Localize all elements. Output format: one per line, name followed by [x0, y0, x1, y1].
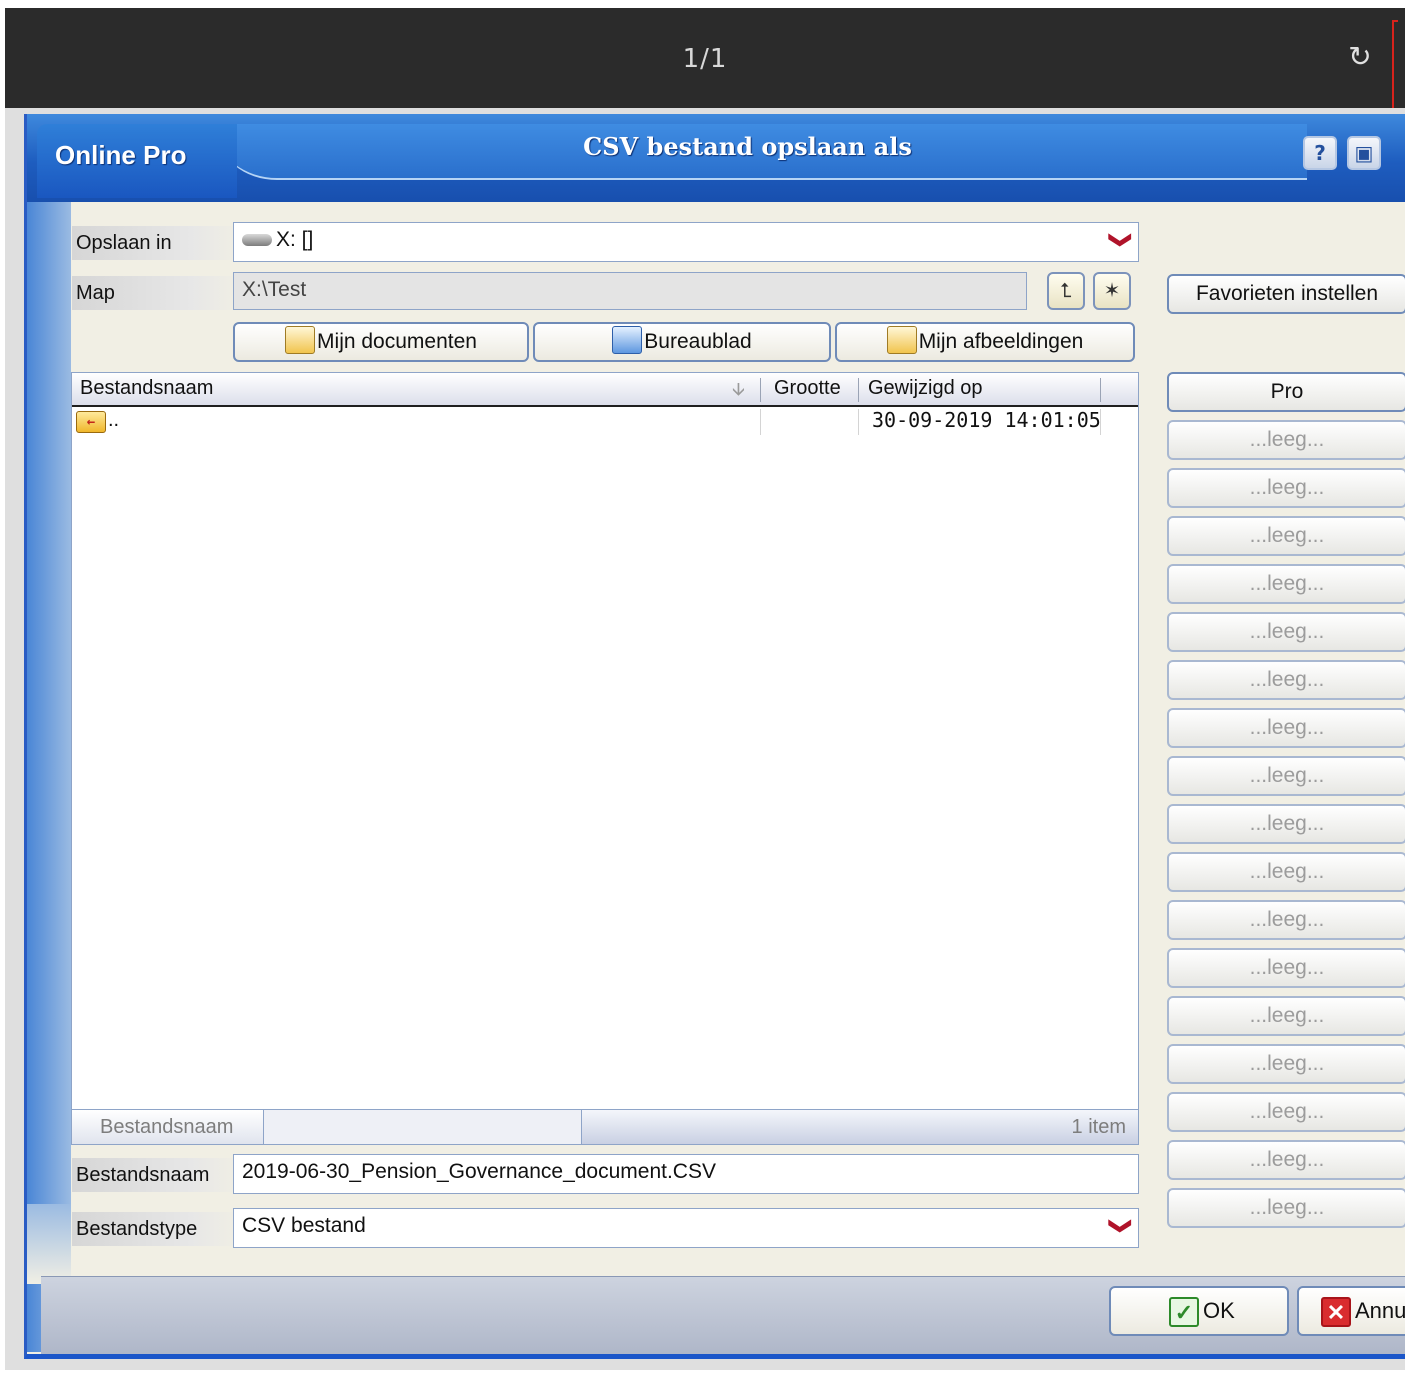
favorite-item[interactable]: ...leeg...: [1167, 660, 1405, 700]
chevron-down-icon[interactable]: ❯: [1108, 1214, 1134, 1238]
folder-label: Map: [72, 276, 242, 310]
toolbar-edge-marker: [1392, 20, 1398, 112]
save-dialog: Online Pro CSV bestand opslaan als ? ▣ O…: [24, 114, 1405, 1359]
favorite-item[interactable]: ...leeg...: [1167, 804, 1405, 844]
new-folder-icon[interactable]: ✶: [1093, 272, 1131, 310]
cancel-label: Annuleren: [1355, 1298, 1405, 1323]
page-indicator: 1/1: [682, 44, 728, 74]
column-header-size[interactable]: Grootte: [774, 377, 841, 400]
desktop-icon: [612, 326, 643, 355]
cancel-button[interactable]: ✕ Annuleren: [1297, 1286, 1405, 1336]
status-filter-label: Bestandsnaam: [72, 1110, 264, 1144]
my-pictures-button[interactable]: Mijn afbeeldingen: [835, 322, 1135, 362]
column-separator: [858, 378, 859, 402]
rotate-icon[interactable]: ↻: [1343, 40, 1377, 74]
file-list[interactable]: Bestandsnaam 🡫 Grootte Gewijzigd op ← ..…: [71, 372, 1139, 1144]
favorite-item[interactable]: ...leeg...: [1167, 564, 1405, 604]
save-in-label: Opslaan in: [72, 226, 242, 260]
viewer-toolbar: 1/1 ↻: [5, 8, 1405, 112]
favorite-item[interactable]: ...leeg...: [1167, 420, 1405, 460]
left-accent-fade: [27, 1204, 71, 1284]
check-icon: ✓: [1169, 1297, 1199, 1327]
item-count: 1 item: [1071, 1116, 1126, 1138]
filename-label: Bestandsnaam: [72, 1158, 242, 1192]
my-pictures-label: Mijn afbeeldingen: [918, 330, 1084, 353]
save-in-select[interactable]: X: [] ❯: [233, 222, 1139, 262]
favorite-item[interactable]: ...leeg...: [1167, 516, 1405, 556]
favorites-panel: Favorieten instellen Pro ...leeg... ...l…: [1164, 114, 1405, 1354]
favorite-item[interactable]: ...leeg...: [1167, 852, 1405, 892]
desktop-label: Bureaublad: [644, 330, 752, 353]
filetype-select[interactable]: CSV bestand ❯: [233, 1208, 1139, 1248]
favorite-item[interactable]: ...leeg...: [1167, 996, 1405, 1036]
desktop-button[interactable]: Bureaublad: [533, 322, 831, 362]
column-header-name[interactable]: Bestandsnaam: [80, 377, 213, 400]
favorite-item[interactable]: ...leeg...: [1167, 708, 1405, 748]
favorite-item[interactable]: ...leeg...: [1167, 756, 1405, 796]
status-spacer: [264, 1110, 582, 1144]
documents-icon: [285, 326, 316, 355]
parent-folder-icon: ←: [76, 411, 106, 433]
file-row[interactable]: ← .. 30-09-2019 14:01:05: [72, 408, 1138, 437]
close-icon: ✕: [1321, 1297, 1351, 1327]
filetype-value: CSV bestand: [242, 1214, 366, 1237]
favorite-item[interactable]: ...leeg...: [1167, 468, 1405, 508]
file-name: ..: [108, 409, 120, 431]
chevron-down-icon[interactable]: ❯: [1108, 228, 1134, 252]
my-documents-button[interactable]: Mijn documenten: [233, 322, 529, 362]
folder-path-field: X:\Test: [233, 272, 1027, 310]
column-header-modified[interactable]: Gewijzigd op: [868, 377, 983, 400]
my-documents-label: Mijn documenten: [317, 330, 477, 353]
file-list-status-bar: Bestandsnaam 1 item: [71, 1109, 1139, 1145]
favorite-item[interactable]: ...leeg...: [1167, 1044, 1405, 1084]
ok-button[interactable]: ✓ OK: [1109, 1286, 1289, 1336]
favorite-item[interactable]: ...leeg...: [1167, 1188, 1405, 1228]
favorites-settings-button[interactable]: Favorieten instellen: [1167, 274, 1405, 314]
save-in-value: X: []: [276, 228, 314, 251]
drive-icon: [242, 234, 272, 247]
folder-up-icon[interactable]: ⮤: [1047, 272, 1085, 310]
favorite-item[interactable]: ...leeg...: [1167, 1092, 1405, 1132]
left-accent-strip: [27, 202, 71, 1352]
filetype-label: Bestandstype: [72, 1212, 242, 1246]
file-modified: 30-09-2019 14:01:05: [872, 408, 1101, 432]
column-separator: [760, 378, 761, 402]
pictures-icon: [886, 326, 917, 355]
filename-input[interactable]: 2019-06-30_Pension_Governance_document.C…: [233, 1154, 1139, 1194]
favorite-item[interactable]: Pro: [1167, 372, 1405, 412]
sort-arrow-icon: 🡫: [732, 379, 745, 399]
favorite-item[interactable]: ...leeg...: [1167, 948, 1405, 988]
column-separator: [1100, 378, 1101, 402]
favorite-item[interactable]: ...leeg...: [1167, 1140, 1405, 1180]
favorite-item[interactable]: ...leeg...: [1167, 612, 1405, 652]
file-list-header: Bestandsnaam 🡫 Grootte Gewijzigd op: [72, 373, 1138, 407]
favorite-item[interactable]: ...leeg...: [1167, 900, 1405, 940]
